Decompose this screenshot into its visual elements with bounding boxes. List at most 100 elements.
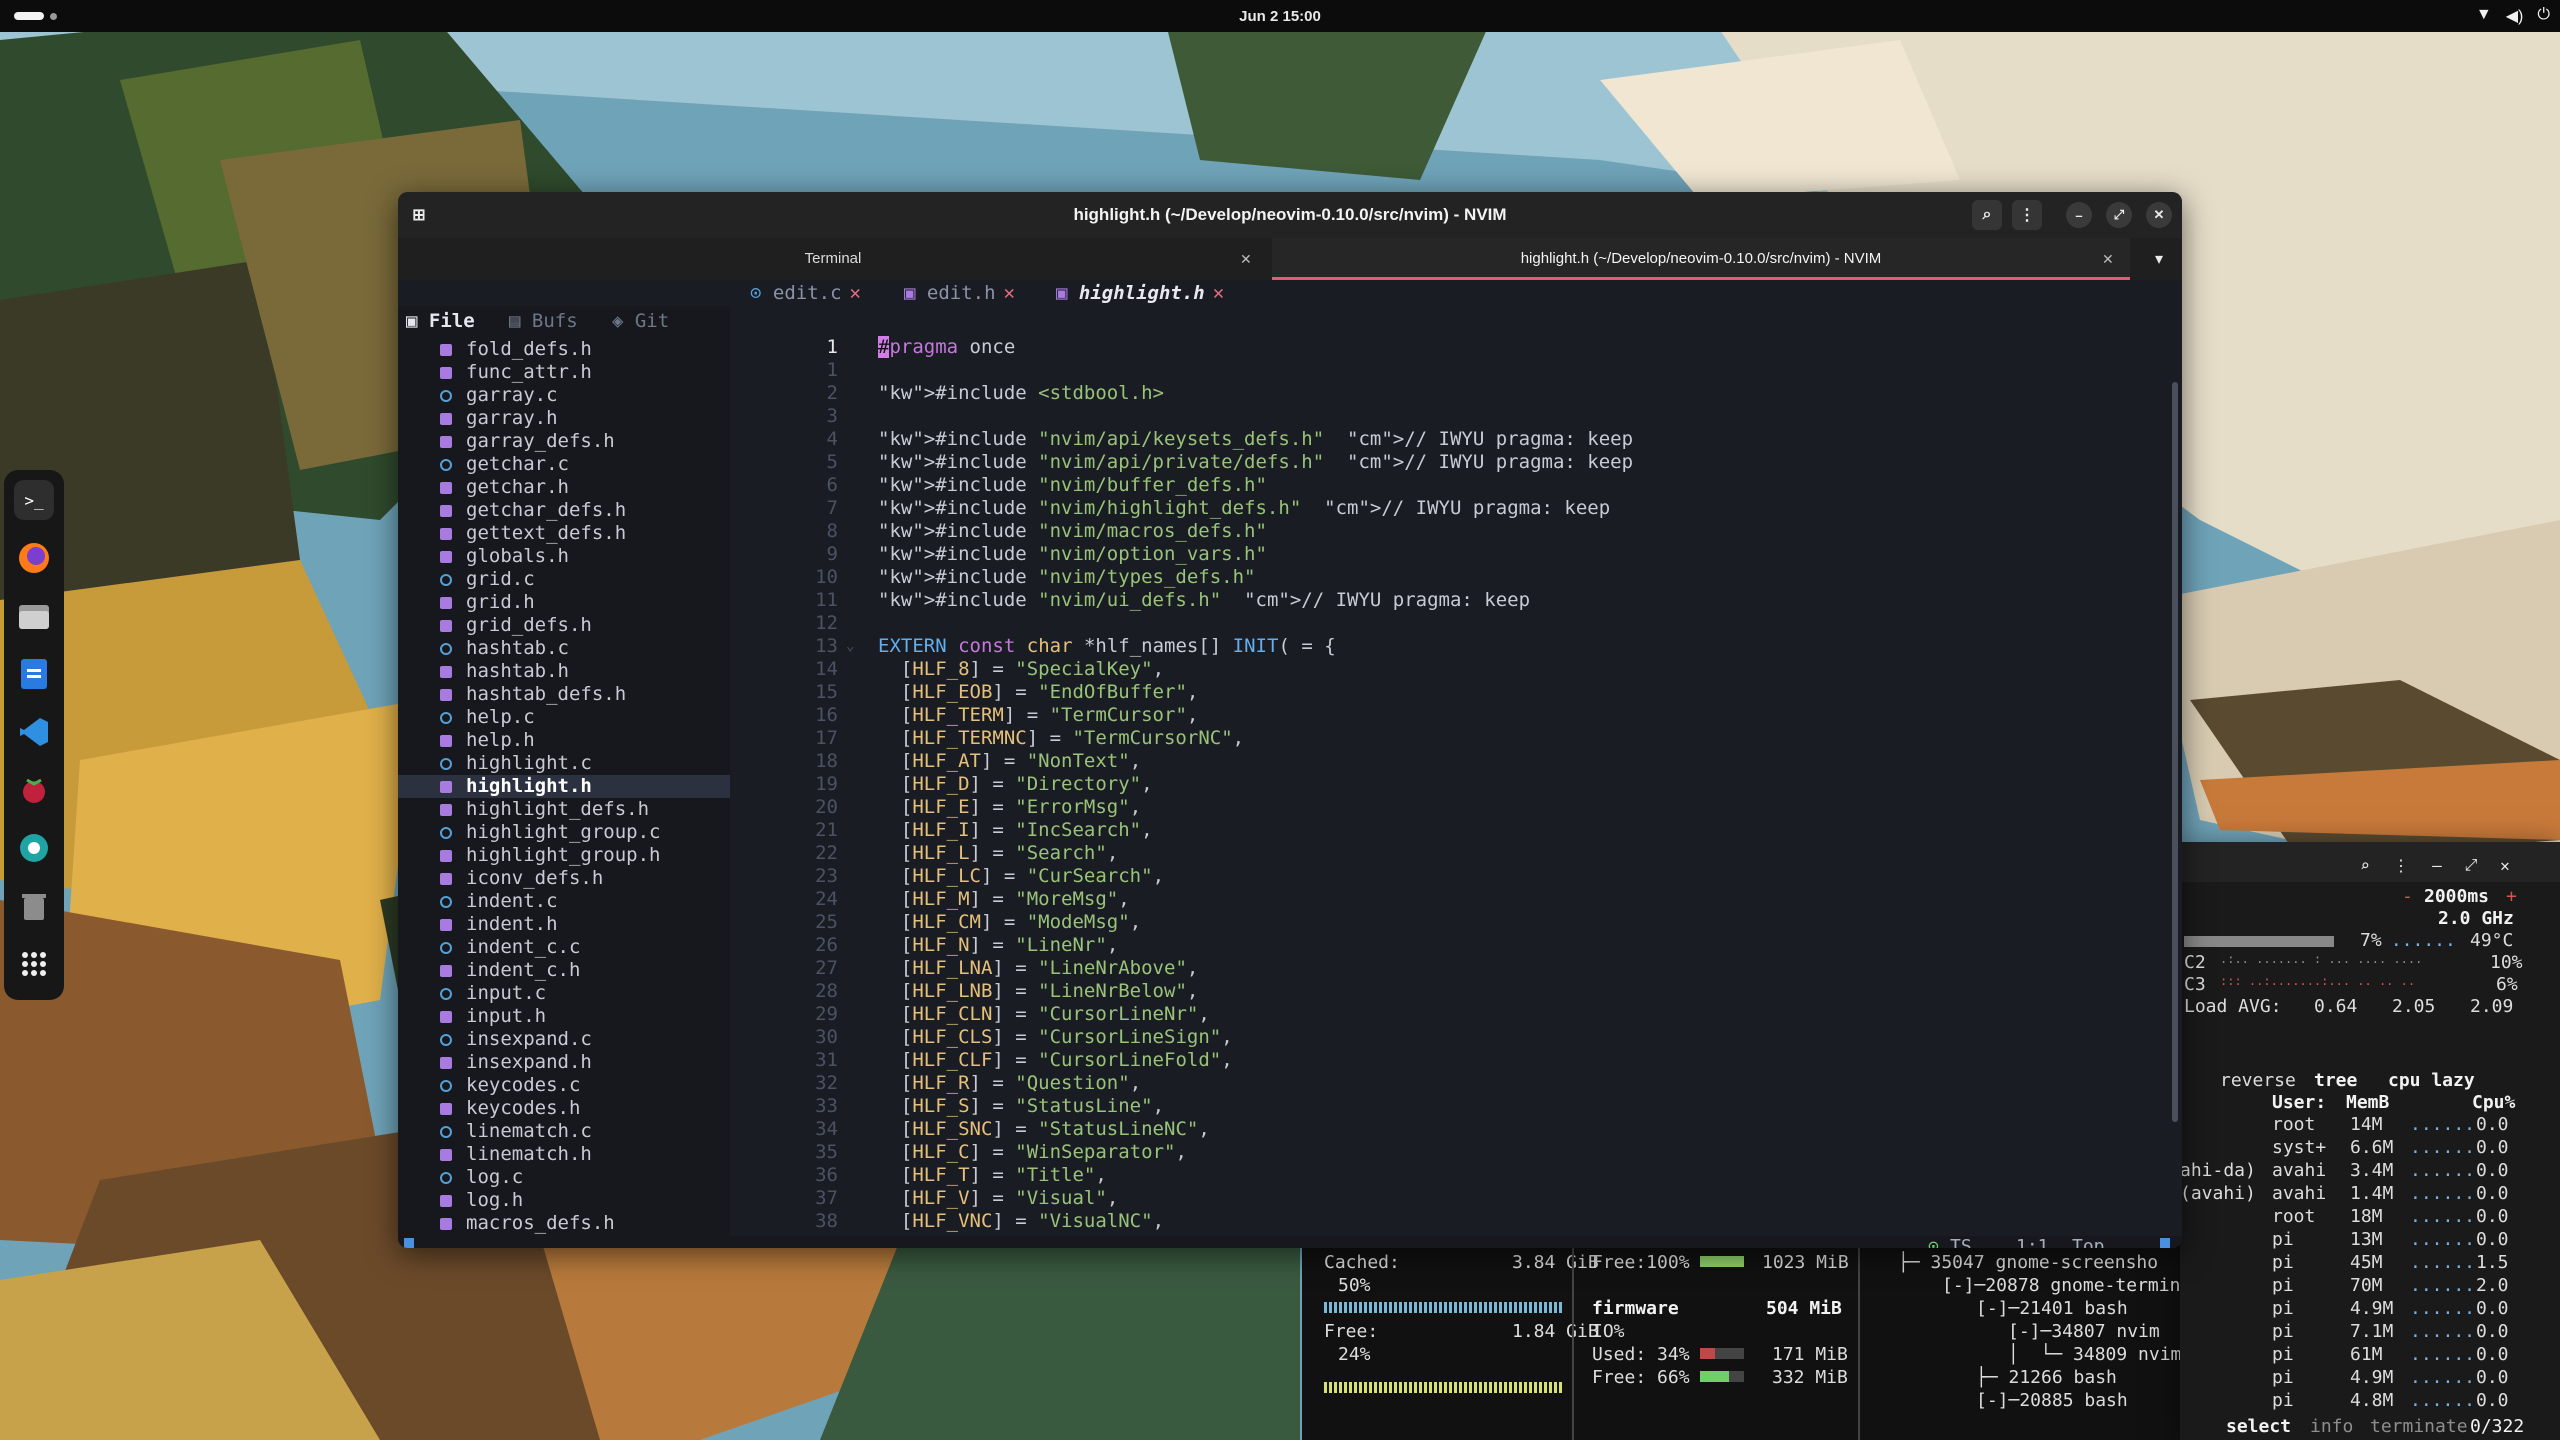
proc-tree-row[interactable]: [-]─34807 nvim — [2008, 1321, 2160, 1342]
code-line[interactable]: [HLF_AT] = "NonText", — [878, 750, 1141, 772]
code-line[interactable]: "kw">#include "nvim/api/keysets_defs.h" … — [878, 428, 1633, 450]
terminal-icon[interactable]: >_ — [14, 480, 54, 520]
code-line[interactable]: "kw">#include <stdbool.h> — [878, 382, 1164, 404]
code-line[interactable]: [HLF_CLN] = "CursorLineNr", — [878, 1003, 1210, 1025]
close-icon[interactable]: ✕ — [2146, 202, 2172, 228]
writer-icon[interactable] — [14, 654, 54, 694]
col-cpu[interactable]: Cpu% — [2472, 1092, 2515, 1113]
proc-tree-row[interactable]: ├─ 21266 bash — [1976, 1367, 2117, 1388]
file-tree-item[interactable]: hashtab.h — [398, 660, 730, 683]
system-tray[interactable]: ▼ ◀) ⏻ — [2476, 6, 2550, 26]
file-tree-item[interactable]: getchar.c — [398, 453, 730, 476]
file-tree-item[interactable]: func_attr.h — [398, 361, 730, 384]
file-tree-item[interactable]: log.h — [398, 1189, 730, 1212]
proc-tree-row[interactable]: [-]─20885 bash — [1976, 1390, 2128, 1411]
code-line[interactable]: [HLF_M] = "MoreMsg", — [878, 888, 1130, 910]
col-mem[interactable]: MemB — [2346, 1092, 2389, 1113]
file-tree-item[interactable]: garray.c — [398, 384, 730, 407]
code-line[interactable]: [HLF_I] = "IncSearch", — [878, 819, 1153, 841]
code-line[interactable]: EXTERN const char *hlf_names[] INIT( = { — [878, 635, 1336, 657]
code-line[interactable]: "kw">#include "nvim/api/private/defs.h" … — [878, 451, 1633, 473]
code-line[interactable]: [HLF_L] = "Search", — [878, 842, 1118, 864]
file-tree-item[interactable]: grid.c — [398, 568, 730, 591]
code-line[interactable]: "kw">#include "nvim/highlight_defs.h" "c… — [878, 497, 1610, 519]
explorer-tab-bufs[interactable]: ▤ Bufs — [509, 310, 578, 332]
buffer-tab-active[interactable]: ▣ highlight.h ✕ — [1056, 282, 1224, 304]
close-icon[interactable]: ✕ — [1240, 238, 1252, 280]
proc-tree-row[interactable]: ├─ 35047 gnome-screensho — [1898, 1252, 2158, 1273]
file-tree-item[interactable]: log.c — [398, 1166, 730, 1189]
file-tree-item[interactable]: highlight_group.c — [398, 821, 730, 844]
close-icon[interactable]: ✕ — [2490, 850, 2520, 880]
code-line[interactable]: [HLF_D] = "Directory", — [878, 773, 1153, 795]
code-line[interactable]: [HLF_LNB] = "LineNrBelow", — [878, 980, 1198, 1002]
proc-tree-toggle[interactable]: tree — [2314, 1070, 2357, 1091]
clock[interactable]: Jun 2 15:00 — [0, 8, 2560, 25]
file-tree-item[interactable]: grid_defs.h — [398, 614, 730, 637]
maximize-icon[interactable]: ⤢ — [2106, 202, 2132, 228]
code-line[interactable]: [HLF_T] = "Title", — [878, 1164, 1107, 1186]
code-line[interactable]: [HLF_VNC] = "VisualNC", — [878, 1210, 1164, 1232]
file-tree-item[interactable]: indent_c.h — [398, 959, 730, 982]
file-tree-item[interactable]: hashtab_defs.h — [398, 683, 730, 706]
trash-icon[interactable] — [14, 886, 54, 926]
file-tree-item[interactable]: highlight_defs.h — [398, 798, 730, 821]
search-icon[interactable]: ⌕ — [2350, 850, 2380, 880]
minimize-icon[interactable]: – — [2066, 202, 2092, 228]
file-tree-item[interactable]: iconv_defs.h — [398, 867, 730, 890]
code-line[interactable]: [HLF_SNC] = "StatusLineNC", — [878, 1118, 1210, 1140]
file-tree-item[interactable]: highlight.h — [398, 775, 730, 798]
buffer-tab[interactable]: ⊙ edit.c ✕ — [750, 282, 861, 304]
app-grid-icon[interactable] — [14, 944, 54, 984]
file-tree-item[interactable]: indent_c.c — [398, 936, 730, 959]
code-line[interactable]: [HLF_EOB] = "EndOfBuffer", — [878, 681, 1198, 703]
file-tree-item[interactable]: macros_defs.h — [398, 1212, 730, 1235]
file-tree-item[interactable]: help.c — [398, 706, 730, 729]
explorer-tab-file[interactable]: ▣ File — [406, 310, 475, 332]
col-user[interactable]: User: — [2272, 1092, 2326, 1113]
code-line[interactable]: [HLF_TERMNC] = "TermCursorNC", — [878, 727, 1244, 749]
fold-icon[interactable]: ⌄ — [846, 638, 854, 654]
file-tree-item[interactable]: gettext_defs.h — [398, 522, 730, 545]
code-line[interactable]: "kw">#include "nvim/types_defs.h" — [878, 566, 1256, 588]
code-line[interactable]: "kw">#include "nvim/buffer_defs.h" — [878, 474, 1267, 496]
close-icon[interactable]: ✕ — [850, 282, 861, 304]
file-tree-item[interactable]: hashtab.c — [398, 637, 730, 660]
vscode-icon[interactable] — [14, 712, 54, 752]
file-tree-item[interactable]: globals.h — [398, 545, 730, 568]
code-line[interactable]: "kw">#include "nvim/option_vars.h" — [878, 543, 1267, 565]
buffer-tab[interactable]: ▣ edit.h ✕ — [904, 282, 1015, 304]
explorer-tab-git[interactable]: ◈ Git — [612, 310, 669, 332]
code-line[interactable]: [HLF_TERM] = "TermCursor", — [878, 704, 1198, 726]
file-tree-item[interactable]: indent.h — [398, 913, 730, 936]
code-line[interactable]: "kw">#include "nvim/ui_defs.h" "cm">// I… — [878, 589, 1530, 611]
code-line[interactable]: [HLF_CLF] = "CursorLineFold", — [878, 1049, 1233, 1071]
file-tree-item[interactable]: keycodes.c — [398, 1074, 730, 1097]
proc-tree-row[interactable]: │ └─ 34809 nvim — [2008, 1344, 2180, 1365]
close-icon[interactable]: ✕ — [1213, 282, 1224, 304]
interval-minus[interactable]: - — [2402, 886, 2413, 907]
firefox-icon[interactable] — [14, 538, 54, 578]
code-line[interactable]: [HLF_LC] = "CurSearch", — [878, 865, 1164, 887]
code-line[interactable]: [HLF_N] = "LineNr", — [878, 934, 1118, 956]
file-tree-item[interactable]: help.h — [398, 729, 730, 752]
file-tree-item[interactable]: fold_defs.h — [398, 338, 730, 361]
raspberry-icon[interactable] — [14, 770, 54, 810]
file-tree-item[interactable]: input.c — [398, 982, 730, 1005]
interval-plus[interactable]: + — [2506, 886, 2517, 907]
code-line[interactable]: [HLF_E] = "ErrorMsg", — [878, 796, 1141, 818]
tab-nvim[interactable]: highlight.h (~/Develop/neovim-0.10.0/src… — [1272, 238, 2130, 280]
chromium-icon[interactable] — [14, 828, 54, 868]
maximize-icon[interactable]: ⤢ — [2456, 850, 2486, 880]
close-icon[interactable]: ✕ — [2102, 238, 2114, 280]
code-editor[interactable]: 1 #pragma once 1 2 "kw">#include <stdbool.h>… — [736, 306, 2166, 1236]
file-tree-item[interactable]: indent.c — [398, 890, 730, 913]
proc-tree-row[interactable]: [-]─21401 bash — [1976, 1298, 2128, 1319]
proc-reverse-toggle[interactable]: reverse — [2220, 1070, 2296, 1091]
chevron-down-icon[interactable]: ▾ — [2144, 244, 2174, 274]
code-line[interactable]: [HLF_S] = "StatusLine", — [878, 1095, 1164, 1117]
file-tree-item[interactable]: keycodes.h — [398, 1097, 730, 1120]
code-line[interactable]: [HLF_C] = "WinSeparator", — [878, 1141, 1187, 1163]
footer-terminate[interactable]: terminate — [2370, 1416, 2468, 1437]
file-tree-item[interactable]: getchar_defs.h — [398, 499, 730, 522]
